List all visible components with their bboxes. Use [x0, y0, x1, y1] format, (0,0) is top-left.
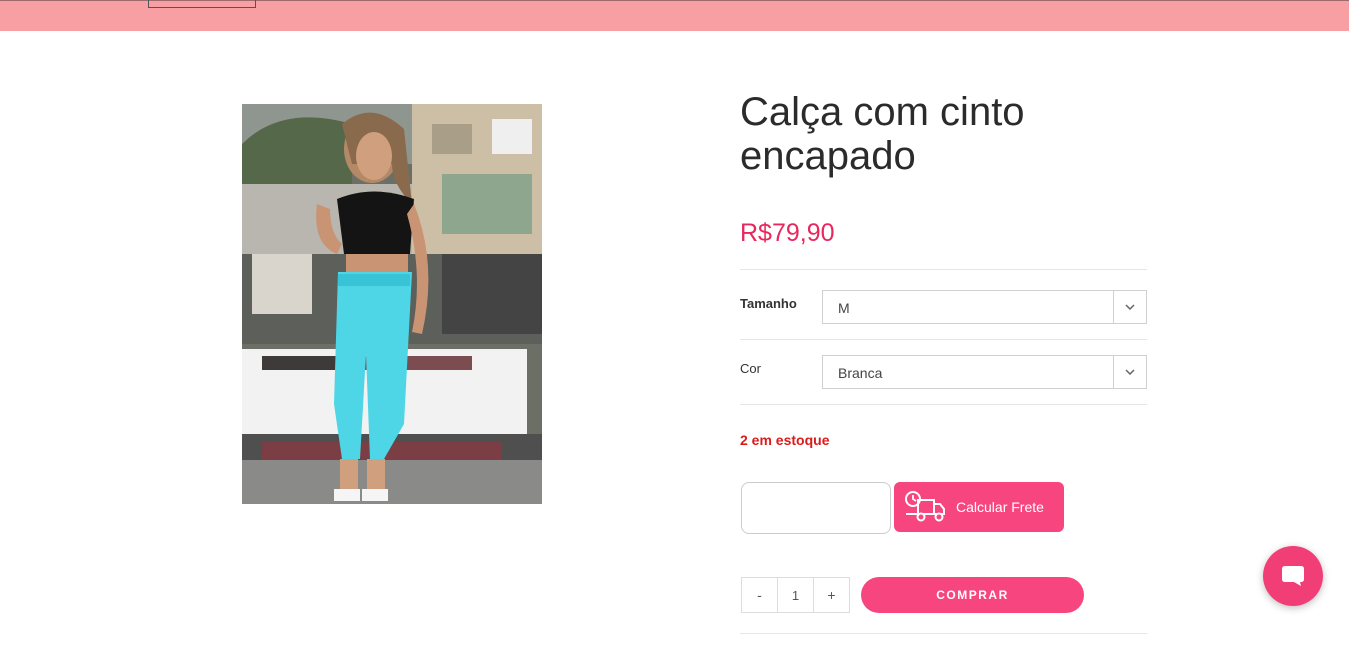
product-price: R$79,90	[740, 219, 835, 247]
chevron-down-icon[interactable]	[1113, 291, 1146, 323]
chat-button[interactable]	[1263, 546, 1323, 606]
calculate-shipping-label: Calcular Frete	[956, 499, 1044, 515]
divider	[740, 633, 1147, 634]
top-header-bar	[0, 0, 1349, 31]
size-select[interactable]: M	[822, 290, 1147, 324]
divider	[740, 339, 1147, 340]
quantity-increase-button[interactable]: +	[813, 577, 850, 613]
buy-button[interactable]: COMPRAR	[861, 577, 1084, 613]
option-label-color: Cor	[740, 361, 761, 376]
chat-bubble-icon	[1282, 566, 1304, 586]
chevron-down-icon[interactable]	[1113, 356, 1146, 388]
product-title: Calça com cinto encapado	[740, 90, 1025, 178]
delivery-truck-clock-icon	[905, 491, 945, 522]
divider	[740, 269, 1147, 270]
option-label-size: Tamanho	[740, 296, 797, 311]
quantity-decrease-button[interactable]: -	[741, 577, 778, 613]
stock-status: 2 em estoque	[740, 432, 830, 448]
quantity-input[interactable]: 1	[778, 577, 813, 613]
calculate-shipping-button[interactable]: Calcular Frete	[894, 482, 1064, 532]
color-select[interactable]: Branca	[822, 355, 1147, 389]
site-logo[interactable]	[148, 0, 256, 8]
quantity-stepper[interactable]: - 1 +	[741, 577, 850, 613]
product-image[interactable]	[242, 104, 542, 504]
cep-input[interactable]	[741, 482, 891, 534]
size-select-value: M	[838, 300, 850, 316]
divider	[740, 404, 1147, 405]
color-select-value: Branca	[838, 365, 883, 381]
product-photo	[242, 104, 542, 504]
